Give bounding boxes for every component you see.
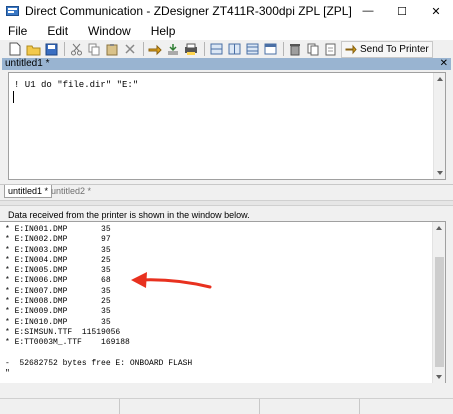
maximize-button[interactable]: ☐ (385, 0, 419, 22)
tile-vertical-icon[interactable] (244, 42, 260, 56)
cut-icon[interactable] (68, 42, 84, 56)
output-line: " (5, 369, 10, 379)
output-line: * E:IN001.DMP 35 (5, 225, 111, 234)
printer-settings-icon[interactable] (183, 42, 199, 56)
output-line: * E:TT0003M_.TTF 169188 (5, 338, 130, 348)
scroll-down-arrow-icon[interactable] (436, 375, 442, 379)
split-view-icon[interactable] (208, 42, 224, 56)
status-pane (260, 399, 360, 414)
document-header: untitled1 * ✕ (2, 58, 451, 70)
output-line: * E:IN004.DMP 25 (5, 255, 111, 265)
menu-help[interactable]: Help (151, 24, 176, 38)
printer-output-pane[interactable]: * E:IN001.DMP 35 * E:IN002.DMP 97 * E:IN… (0, 221, 446, 383)
tab-untitled2[interactable]: untitled2 * (48, 185, 94, 198)
pane-splitter[interactable] (0, 200, 453, 206)
output-scrollbar[interactable] (432, 222, 445, 383)
clear-icon[interactable] (287, 42, 303, 56)
toolbar-separator (204, 42, 205, 56)
save-output-icon[interactable] (323, 42, 339, 56)
document-close-button[interactable]: ✕ (440, 58, 448, 70)
menu-window[interactable]: Window (88, 24, 131, 38)
copy-output-icon[interactable] (305, 42, 321, 56)
close-button[interactable]: ✕ (419, 0, 453, 22)
command-editor[interactable]: ! U1 do "file.dir" "E:" (8, 72, 446, 180)
toolbar: Send To Printer (0, 40, 453, 58)
menu-bar: File Edit Window Help (0, 22, 453, 40)
delete-icon[interactable] (122, 42, 138, 56)
output-line: * E:IN005.DMP 35 (5, 266, 111, 276)
scroll-up-arrow-icon[interactable] (436, 226, 442, 230)
receive-icon[interactable] (165, 42, 181, 56)
editor-scrollbar[interactable] (433, 73, 445, 179)
scroll-down-arrow-icon[interactable] (437, 171, 443, 175)
toolbar-separator (143, 42, 144, 56)
output-line: * E:IN008.DMP 25 (5, 297, 111, 307)
send-to-printer-label: Send To Printer (360, 43, 429, 55)
output-line: * E:SIMSUN.TTF 11519056 (5, 327, 121, 337)
menu-edit[interactable]: Edit (47, 24, 68, 38)
output-info-message: Data received from the printer is shown … (8, 210, 250, 220)
send-file-icon[interactable] (147, 42, 163, 56)
editor-command-line: ! U1 do "file.dir" "E:" (14, 80, 139, 90)
output-line: * E:IN002.DMP 97 (5, 235, 111, 245)
scroll-up-arrow-icon[interactable] (437, 77, 443, 81)
send-to-printer-button[interactable]: Send To Printer (341, 40, 433, 58)
document-title: untitled1 * (5, 58, 50, 69)
paste-icon[interactable] (104, 42, 120, 56)
output-line: * E:IN003.DMP 35 (5, 245, 111, 255)
status-bar (0, 398, 453, 414)
output-line: * E:IN010.DMP 35 (5, 317, 111, 327)
output-line-highlighted: * E:IN006.DMP 68 (5, 276, 111, 286)
document-tabs: untitled1 * untitled2 * (0, 184, 453, 198)
scrollbar-thumb[interactable] (435, 257, 444, 367)
copy-icon[interactable] (86, 42, 102, 56)
output-line: - 52682752 bytes free E: ONBOARD FLASH (5, 358, 193, 368)
toolbar-separator (283, 42, 284, 56)
save-icon[interactable] (43, 42, 59, 56)
window-title: Direct Communication - ZDesigner ZT411R-… (25, 4, 352, 18)
minimize-button[interactable]: — (351, 0, 385, 22)
app-icon (6, 6, 19, 16)
bottom-bar (0, 384, 453, 398)
output-lines: * E:IN001.DMP 35 * E:IN002.DMP 97 * E:IN… (5, 225, 192, 379)
text-caret (13, 91, 14, 103)
tab-untitled1[interactable]: untitled1 * (4, 185, 53, 198)
status-pane (0, 399, 120, 414)
status-pane (120, 399, 260, 414)
title-bar: Direct Communication - ZDesigner ZT411R-… (0, 0, 453, 22)
toolbar-separator (64, 42, 65, 56)
menu-file[interactable]: File (8, 24, 27, 38)
output-line: * E:IN009.DMP 35 (5, 307, 111, 317)
send-icon (345, 44, 357, 54)
open-icon[interactable] (25, 42, 41, 56)
window-icon[interactable] (262, 42, 278, 56)
tile-horizontal-icon[interactable] (226, 42, 242, 56)
new-icon[interactable] (7, 42, 23, 56)
output-line: * E:IN007.DMP 35 (5, 286, 111, 296)
